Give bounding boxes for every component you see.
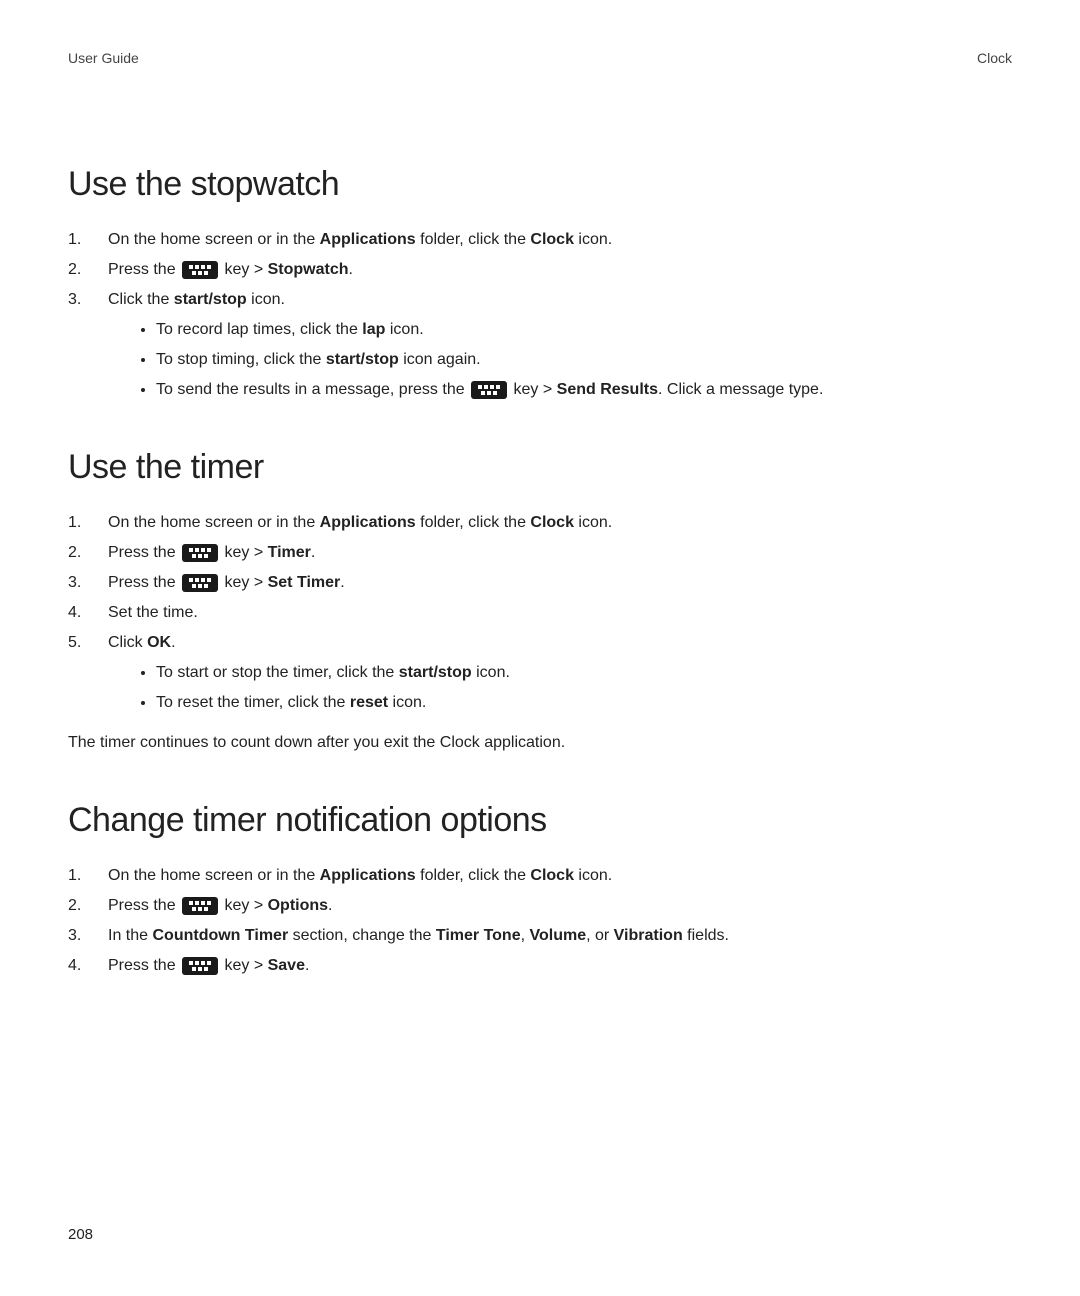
step: Click OK. To start or stop the timer, cl…	[68, 631, 1012, 715]
timer-steps: On the home screen or in the Application…	[68, 511, 1012, 715]
menu-key-icon	[182, 897, 218, 915]
timer-substeps: To start or stop the timer, click the st…	[128, 661, 1012, 715]
menu-key-icon	[182, 261, 218, 279]
page-header: User Guide Clock	[68, 48, 1012, 69]
step: On the home screen or in the Application…	[68, 228, 1012, 252]
step: On the home screen or in the Application…	[68, 511, 1012, 535]
menu-key-icon	[182, 957, 218, 975]
step: Press the key > Set Timer.	[68, 571, 1012, 595]
substep: To start or stop the timer, click the st…	[156, 661, 1012, 685]
substep: To stop timing, click the start/stop ico…	[156, 348, 1012, 372]
section-title-timer: Use the timer	[68, 442, 1012, 493]
substep: To record lap times, click the lap icon.	[156, 318, 1012, 342]
page-number: 208	[68, 1224, 93, 1247]
step: Press the key > Save.	[68, 954, 1012, 978]
section-title-notification: Change timer notification options	[68, 795, 1012, 846]
menu-key-icon	[471, 381, 507, 399]
header-left: User Guide	[68, 48, 139, 69]
stopwatch-steps: On the home screen or in the Application…	[68, 228, 1012, 402]
stopwatch-substeps: To record lap times, click the lap icon.…	[128, 318, 1012, 402]
menu-key-icon	[182, 544, 218, 562]
step: Press the key > Options.	[68, 894, 1012, 918]
step: In the Countdown Timer section, change t…	[68, 924, 1012, 948]
header-right: Clock	[977, 48, 1012, 69]
notification-steps: On the home screen or in the Application…	[68, 864, 1012, 978]
step: On the home screen or in the Application…	[68, 864, 1012, 888]
timer-note: The timer continues to count down after …	[68, 731, 1012, 755]
step: Press the key > Stopwatch.	[68, 258, 1012, 282]
step: Press the key > Timer.	[68, 541, 1012, 565]
section-title-stopwatch: Use the stopwatch	[68, 159, 1012, 210]
menu-key-icon	[182, 574, 218, 592]
substep: To send the results in a message, press …	[156, 378, 1012, 402]
substep: To reset the timer, click the reset icon…	[156, 691, 1012, 715]
step: Set the time.	[68, 601, 1012, 625]
step: Click the start/stop icon. To record lap…	[68, 288, 1012, 402]
